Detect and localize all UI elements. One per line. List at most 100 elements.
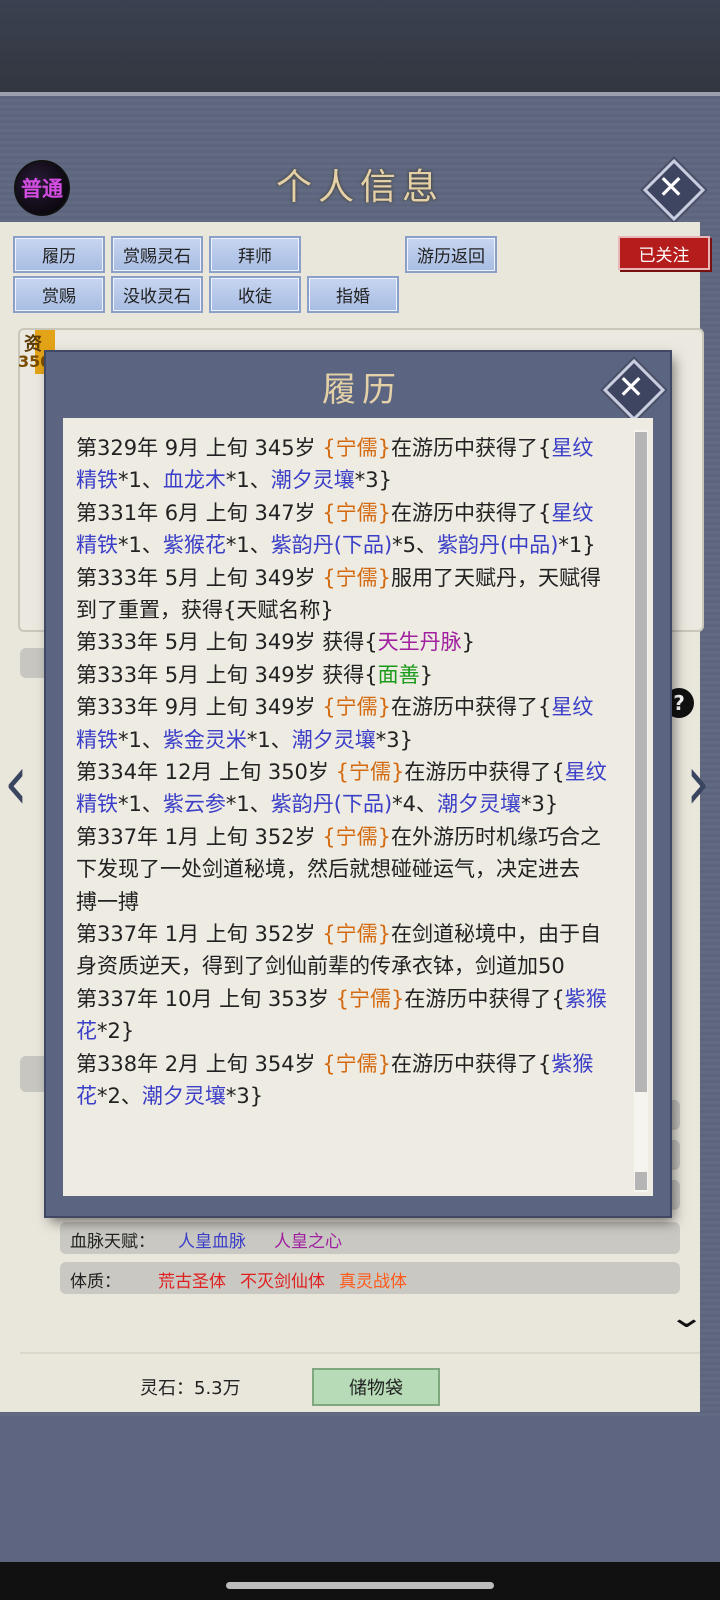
history-entry-segment: *3}	[375, 727, 413, 752]
history-entry-segment: 第329年 9月 上旬 345岁	[76, 436, 323, 460]
history-entry-segment: 第337年 10月 上旬 353岁	[76, 986, 336, 1011]
history-entry-segment: *1}	[558, 533, 596, 558]
bloodline-talent-item[interactable]: 人皇血脉	[178, 1232, 246, 1252]
take-disciple-button[interactable]: 收徒	[209, 276, 301, 313]
page-title: 个人信息	[275, 167, 444, 208]
history-entry-segment: 身资质逆天，得到了剑仙前辈的传承衣钵，剑道加50	[76, 954, 565, 979]
history-entry-segment: 在剑道秘境中，由于自	[390, 922, 601, 946]
history-entry-segment: *1、	[246, 727, 292, 752]
history-entry-segment: 第331年 6月 上旬 347岁	[76, 500, 323, 525]
confiscate-spirit-stone-button[interactable]: 没收灵石	[111, 276, 203, 313]
history-entry-segment: 紫猴	[564, 986, 607, 1011]
physique-label: 体质：	[70, 1272, 121, 1292]
history-scroll-thumb[interactable]	[635, 432, 647, 1092]
history-entry-segment: 在游历中获得了{	[390, 500, 552, 525]
history-entry-segment: 精铁	[76, 727, 118, 752]
history-entry-segment: }	[461, 630, 475, 655]
history-entry-segment: 紫云参	[162, 792, 226, 817]
modal-title: 履历	[322, 370, 402, 410]
rank-badge: 普通	[14, 160, 70, 216]
bloodline-talent-values: 人皇血脉 人皇之心	[178, 1227, 370, 1252]
history-entry-segment: {宁儒}	[335, 760, 405, 784]
history-entry-segment: 紫韵丹(下品)	[270, 792, 393, 817]
physique-row: 体质： 荒古圣体 不灭剑仙体 真灵战体	[60, 1262, 680, 1294]
history-entry-segment: }	[419, 662, 433, 687]
chevron-down-icon[interactable]: ⌄	[668, 1300, 706, 1335]
history-entry-segment: 紫韵丹(中品)	[437, 533, 559, 558]
next-arrow-icon[interactable]: ›	[686, 738, 710, 829]
travel-return-button[interactable]: 游历返回	[405, 236, 497, 273]
history-entry-segment: *2、	[97, 1084, 142, 1108]
home-indicator[interactable]	[226, 1582, 494, 1589]
history-entry-segment: {宁儒}	[322, 565, 391, 590]
take-master-button[interactable]: 拜师	[209, 236, 301, 273]
reward-button[interactable]: 赏赐	[13, 276, 105, 313]
followed-badge[interactable]: 已关注	[618, 236, 710, 270]
close-x-glyph: ✕	[617, 368, 645, 406]
history-entry-segment: 在游历中获得了{	[390, 436, 552, 460]
history-entry-segment: 在游历中获得了{	[390, 695, 552, 720]
physique-item[interactable]: 荒古圣体	[158, 1272, 226, 1292]
arrange-marriage-button[interactable]: 指婚	[307, 276, 399, 313]
physique-values: 荒古圣体 不灭剑仙体 真灵战体	[158, 1267, 421, 1292]
history-entry-segment: 下发现了一处剑道秘境，然后就想碰碰运气，决定进去	[76, 857, 580, 882]
history-entry-segment: 精铁	[76, 533, 118, 558]
history-entry-segment: *1、	[118, 727, 163, 752]
history-entry-segment: 第333年 5月 上旬 349岁	[76, 565, 323, 590]
bloodline-talent-item[interactable]: 人皇之心	[274, 1232, 342, 1252]
history-entry-line: 花*2、潮夕灵壤*3}	[76, 1080, 632, 1112]
history-entry-segment: 潮夕灵壤	[141, 1084, 226, 1108]
spirit-stone-count: 灵石：5.3万	[140, 1378, 241, 1399]
history-entry-line: 第338年 2月 上旬 354岁 {宁儒}在游历中获得了{紫猴	[76, 1048, 632, 1080]
history-entry-line: 精铁*1、紫猴花*1、紫韵丹(下品)*5、紫韵丹(中品)*1}	[76, 529, 632, 561]
history-entry-segment: 搏一搏	[76, 889, 139, 914]
bloodline-talent-row: 血脉天赋： 人皇血脉 人皇之心	[60, 1222, 680, 1254]
history-entry-line: 身资质逆天，得到了剑仙前辈的传承衣钵，剑道加50	[76, 950, 632, 982]
history-entry-segment: 到了重置，获得{天赋名称}	[76, 598, 334, 622]
history-entry-segment: 花	[76, 1019, 97, 1044]
history-entry-segment: {宁儒}	[322, 436, 391, 460]
history-entry-segment: *1、	[225, 468, 271, 493]
history-entry-line: 第331年 6月 上旬 347岁 {宁儒}在游历中获得了{星纹	[76, 497, 632, 529]
prev-arrow-icon[interactable]: ‹	[4, 738, 28, 829]
history-scroll-end	[635, 1172, 647, 1190]
physique-item[interactable]: 真灵战体	[339, 1272, 407, 1292]
history-entry-segment: *1、	[225, 792, 271, 817]
history-button[interactable]: 履历	[13, 236, 105, 273]
history-entry-segment: {宁儒}	[322, 1051, 391, 1076]
history-entry-segment: 星纹	[564, 760, 607, 784]
close-button[interactable]: ✕	[642, 158, 706, 222]
history-entry-segment: 在游历中获得了{	[404, 986, 565, 1011]
history-entry-line: 第334年 12月 上旬 350岁 {宁儒}在游历中获得了{星纹	[76, 756, 632, 788]
history-entry-segment: 在游历中获得了{	[390, 1051, 552, 1076]
history-entry-segment: *3}	[354, 468, 392, 493]
history-entry-segment: 第338年 2月 上旬 354岁	[76, 1051, 323, 1076]
history-entry-segment: 星纹	[551, 695, 594, 720]
history-entry-line: 第333年 5月 上旬 349岁 获得{面善}	[76, 659, 632, 691]
history-entry-segment: 精铁	[76, 792, 118, 817]
history-entry-segment: 紫韵丹(下品)	[270, 533, 393, 558]
history-entry-segment: *1、	[225, 533, 271, 558]
history-entry-line: 第333年 5月 上旬 349岁 获得{天生丹脉}	[76, 626, 632, 658]
history-entry-line: 下发现了一处剑道秘境，然后就想碰碰运气，决定进去	[76, 853, 632, 885]
history-entry-line: 到了重置，获得{天赋名称}	[76, 594, 632, 626]
history-entry-segment: 紫猴	[551, 1051, 594, 1076]
history-entry-line: 第337年 10月 上旬 353岁 {宁儒}在游历中获得了{紫猴	[76, 983, 632, 1015]
history-entry-segment: 第334年 12月 上旬 350岁	[76, 760, 336, 784]
history-entry-segment: 花	[76, 1084, 97, 1108]
history-entry-segment: 第333年 5月 上旬 349岁 获得{	[76, 662, 378, 687]
modal-close-button[interactable]: ✕	[602, 358, 666, 422]
history-entry-segment: *4、	[392, 792, 438, 817]
bloodline-talent-label: 血脉天赋：	[70, 1232, 155, 1252]
storage-bag-button[interactable]: 储物袋	[312, 1368, 440, 1406]
history-entry-segment: 第337年 1月 上旬 352岁	[76, 824, 323, 849]
reward-spirit-stone-button[interactable]: 赏赐灵石	[111, 236, 203, 273]
physique-item[interactable]: 不灭剑仙体	[240, 1272, 325, 1292]
history-entry-segment: *5、	[392, 533, 438, 558]
history-entry-segment: 紫猴花	[162, 533, 226, 558]
history-entry-line: 第333年 5月 上旬 349岁 {宁儒}服用了天赋丹，天赋得	[76, 562, 632, 594]
history-entry-segment: 精铁	[76, 468, 118, 493]
history-entry-line: 精铁*1、血龙木*1、潮夕灵壤*3}	[76, 464, 632, 496]
history-entry-line: 搏一搏	[76, 886, 632, 918]
history-entry-line: 第333年 9月 上旬 349岁 {宁儒}在游历中获得了{星纹	[76, 691, 632, 723]
